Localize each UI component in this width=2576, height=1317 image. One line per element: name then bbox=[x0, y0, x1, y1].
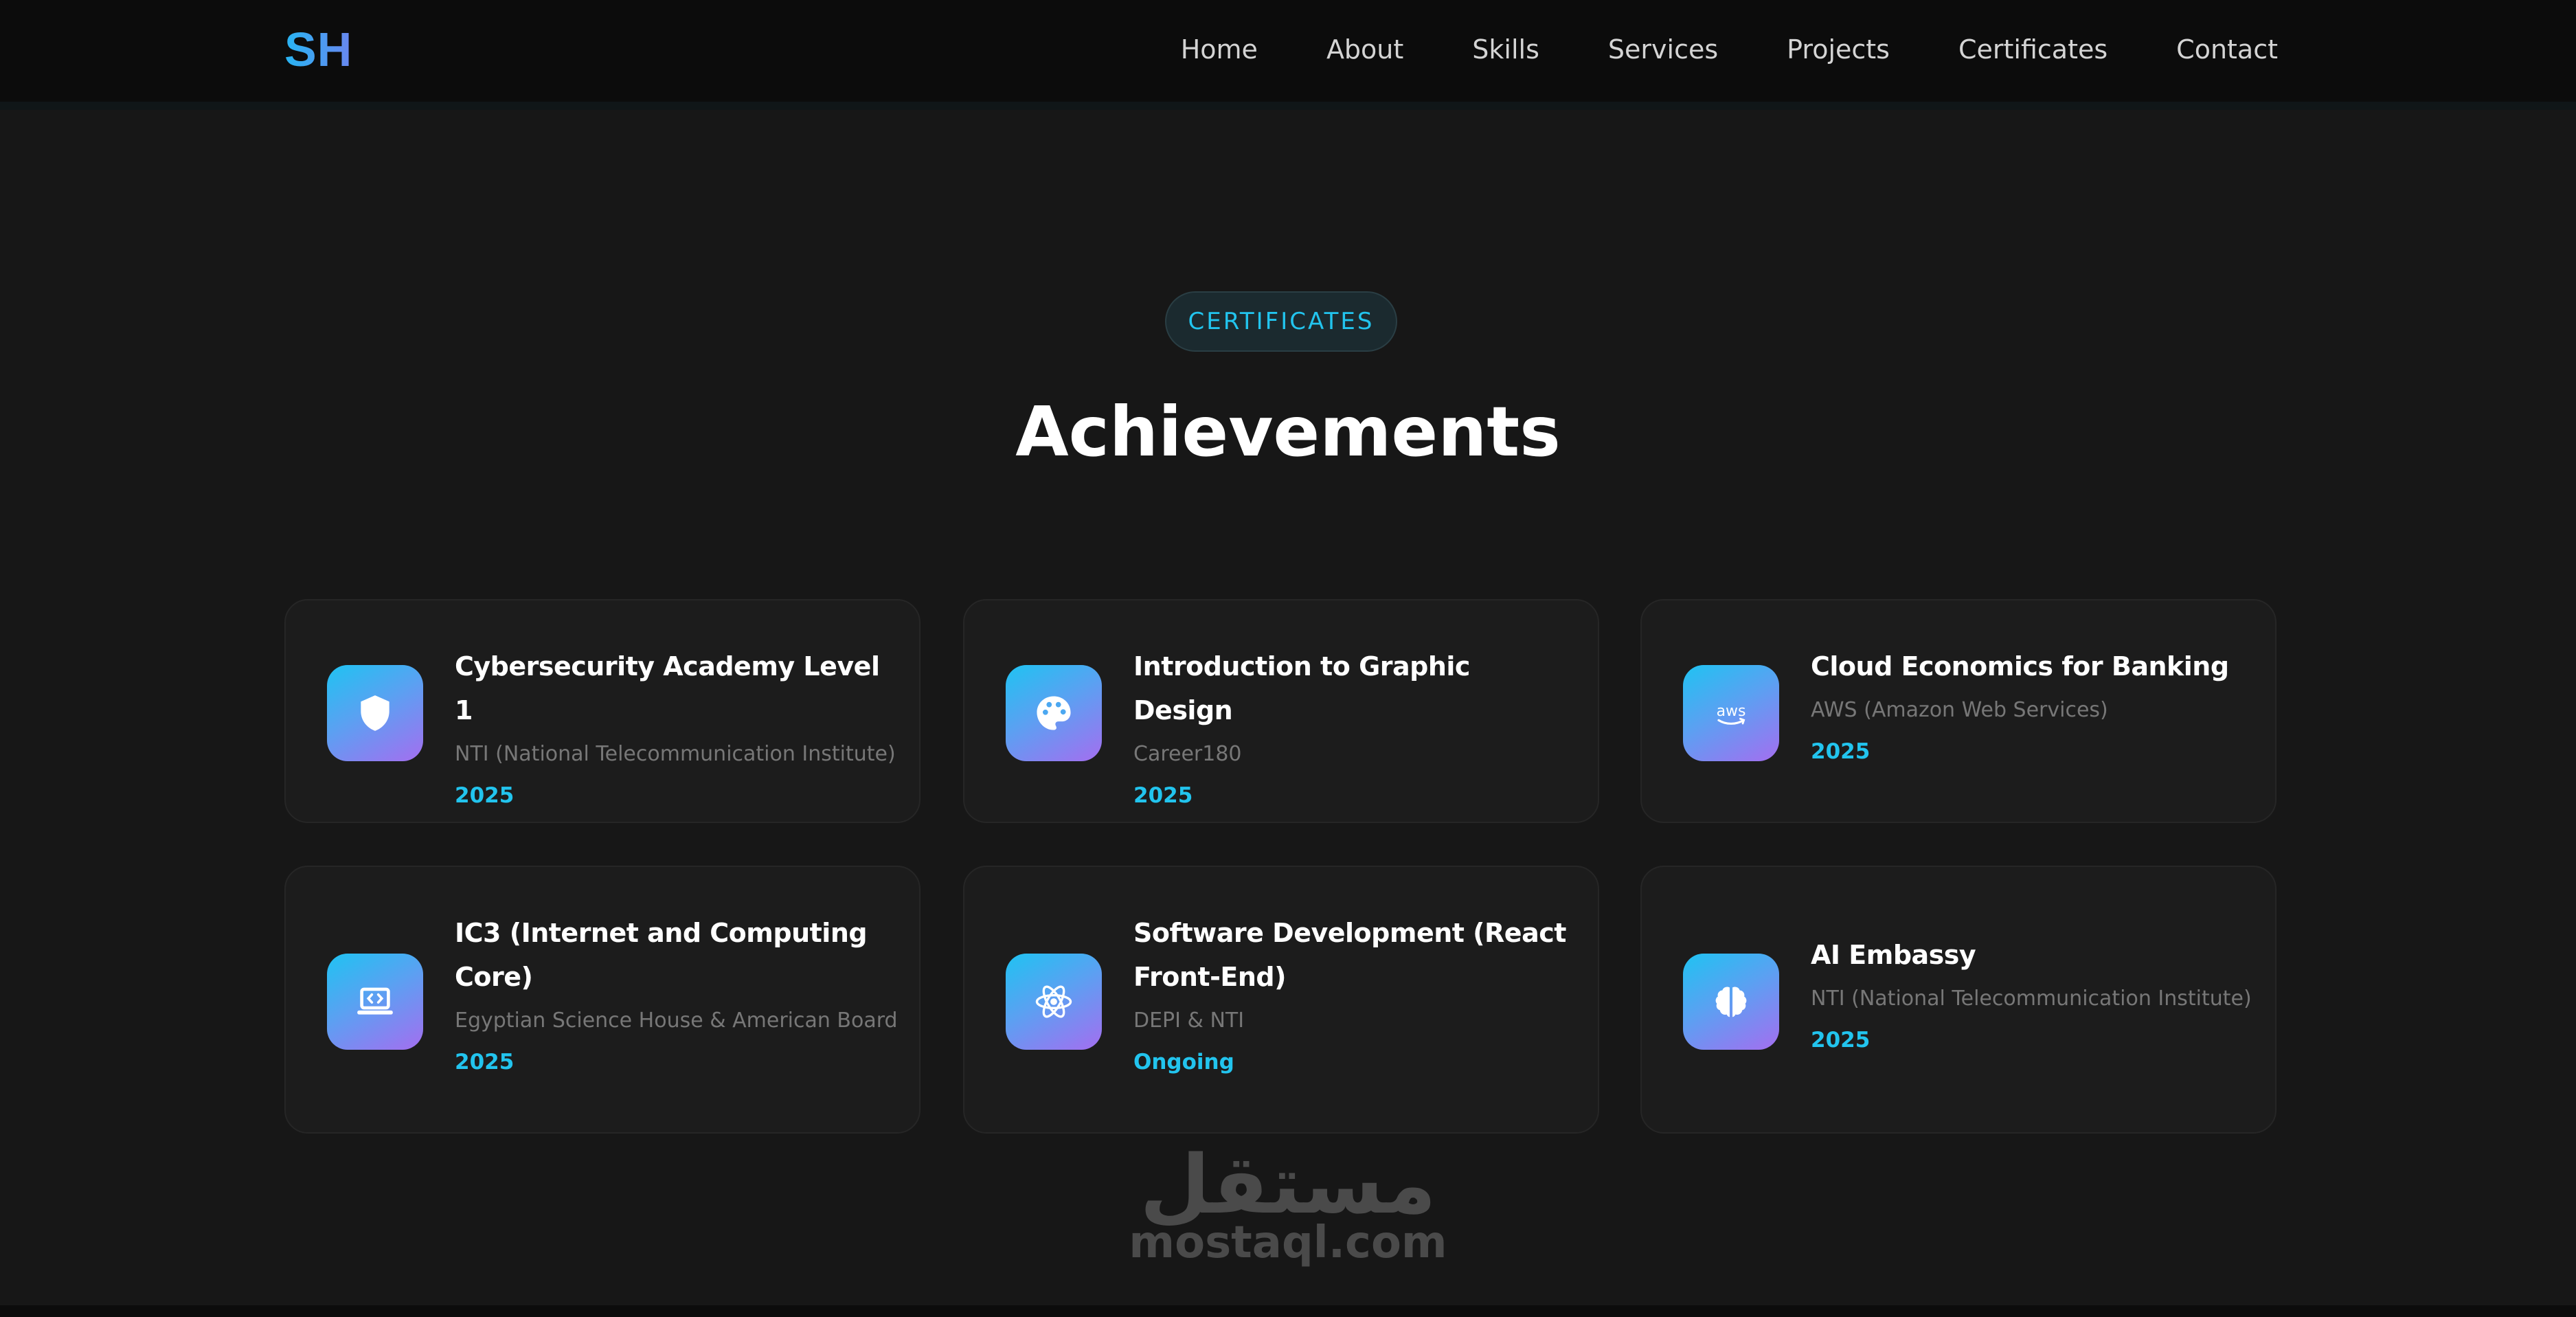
section-badge: CERTIFICATES bbox=[1165, 291, 1397, 352]
certificate-title: Introduction to Graphic Design bbox=[1133, 651, 1470, 725]
certificate-year: 2025 bbox=[1811, 739, 1871, 764]
aws-icon: aws bbox=[1683, 665, 1779, 761]
nav-projects[interactable]: Projects bbox=[1787, 33, 1890, 66]
palette-icon bbox=[1006, 665, 1102, 761]
main-nav: Home About Skills Services Projects Cert… bbox=[1181, 33, 2278, 66]
certificate-title: Cloud Economics for Banking bbox=[1811, 651, 2229, 682]
certificate-title: Software Development (React Front-End) bbox=[1133, 918, 1566, 992]
nav-services[interactable]: Services bbox=[1608, 33, 1718, 66]
watermark-arabic-text: مستقل bbox=[1140, 1137, 1436, 1232]
laptop-code-icon bbox=[327, 954, 423, 1050]
certificate-year: 2025 bbox=[1811, 1028, 1871, 1053]
certificate-card: IC3 (Internet and Computing Core) Egypti… bbox=[284, 866, 920, 1134]
nav-contact[interactable]: Contact bbox=[2176, 33, 2278, 66]
certificate-title: AI Embassy bbox=[1811, 940, 1976, 970]
nav-certificates[interactable]: Certificates bbox=[1958, 33, 2108, 66]
site-logo[interactable]: SH bbox=[284, 22, 352, 77]
section-title: Achievements bbox=[1015, 392, 1561, 472]
certificate-card: Software Development (React Front-End) D… bbox=[963, 866, 1599, 1134]
bottom-edge-bar bbox=[0, 1305, 2576, 1317]
navbar: SH Home About Skills Services Projects C… bbox=[0, 0, 2576, 110]
certificate-year: 2025 bbox=[1133, 783, 1193, 808]
certificate-card: aws Cloud Economics for Banking AWS (Ama… bbox=[1640, 599, 2276, 823]
react-icon bbox=[1006, 954, 1102, 1050]
certificate-issuer: NTI (National Telecommunication Institut… bbox=[455, 742, 896, 766]
certificate-card: AI Embassy NTI (National Telecommunicati… bbox=[1640, 866, 2276, 1134]
certificate-title: Cybersecurity Academy Level 1 bbox=[455, 651, 880, 725]
nav-skills[interactable]: Skills bbox=[1472, 33, 1539, 66]
nav-home[interactable]: Home bbox=[1181, 33, 1258, 66]
svg-text:aws: aws bbox=[1717, 703, 1746, 720]
brain-icon bbox=[1683, 954, 1779, 1050]
shield-icon bbox=[327, 665, 423, 761]
certificate-issuer: Career180 bbox=[1133, 742, 1242, 766]
certificate-issuer: AWS (Amazon Web Services) bbox=[1811, 698, 2108, 722]
certificate-year: Ongoing bbox=[1133, 1050, 1234, 1074]
certificate-card: Introduction to Graphic Design Career180… bbox=[963, 599, 1599, 823]
certificate-issuer: DEPI & NTI bbox=[1133, 1009, 1245, 1033]
mostaql-watermark: مستقل mostaql.com bbox=[1127, 1140, 1449, 1267]
certificate-issuer: Egyptian Science House & American Board bbox=[455, 1009, 898, 1033]
certificate-year: 2025 bbox=[455, 783, 515, 808]
certificate-issuer: NTI (National Telecommunication Institut… bbox=[1811, 987, 2252, 1011]
watermark-domain-text: mostaql.com bbox=[1129, 1217, 1447, 1268]
certificate-card: Cybersecurity Academy Level 1 NTI (Natio… bbox=[284, 599, 920, 823]
certificate-title: IC3 (Internet and Computing Core) bbox=[455, 918, 868, 992]
nav-about[interactable]: About bbox=[1326, 33, 1403, 66]
certificate-year: 2025 bbox=[455, 1050, 515, 1074]
